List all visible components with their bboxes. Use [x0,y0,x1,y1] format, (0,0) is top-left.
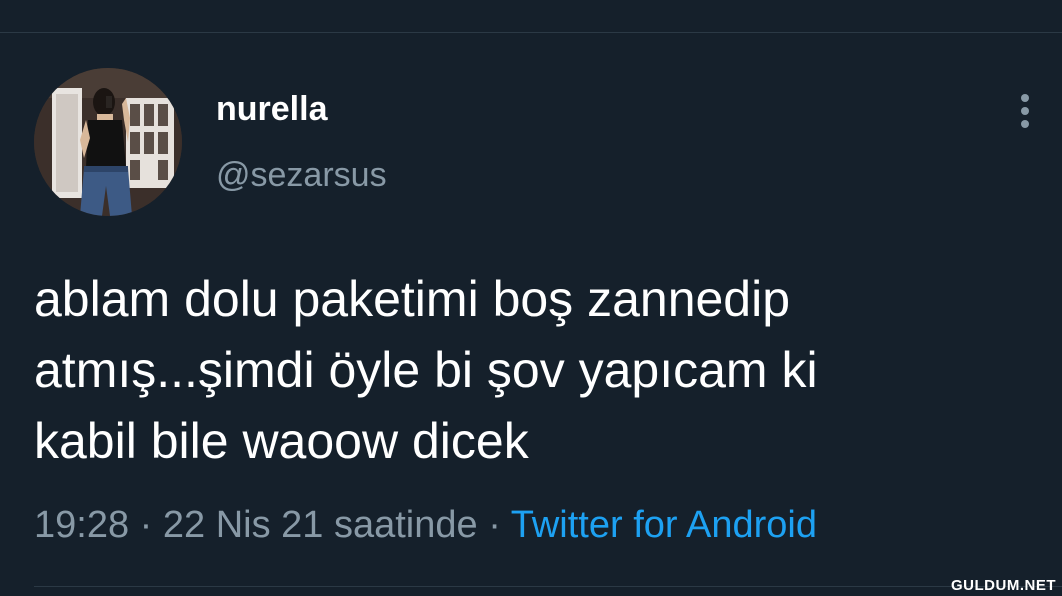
meta-separator: · [139,504,153,546]
meta-separator: · [488,504,501,546]
author-display-name[interactable]: nurella [216,90,327,129]
avatar[interactable] [34,68,182,216]
avatar-photo [34,68,182,216]
tweet-time[interactable]: 19:28 [34,504,129,546]
author-handle[interactable]: @sezarsus [216,156,387,195]
tweet-meta: 19:28 · 22 Nis 21 saatinde · Twitter for… [34,504,817,547]
more-options-button[interactable] [1012,92,1038,130]
tweet-date[interactable]: 22 Nis 21 saatinde [163,504,478,546]
tweet-screenshot: nurella @sezarsus ablam dolu paketimi bo… [0,0,1062,596]
tweet-text: ablam dolu paketimi boş zannedip atmış..… [34,264,1034,477]
tweet-text-line: kabil bile waoow dicek [34,413,529,469]
tweet-source-link[interactable]: Twitter for Android [511,504,817,546]
vertical-ellipsis-icon [1021,94,1029,128]
bottom-divider [34,586,1062,587]
tweet-text-line: atmış...şimdi öyle bi şov yapıcam ki [34,342,818,398]
top-divider [0,32,1062,33]
watermark: GULDUM.NET [951,577,1056,594]
tweet-text-line: ablam dolu paketimi boş zannedip [34,271,791,327]
